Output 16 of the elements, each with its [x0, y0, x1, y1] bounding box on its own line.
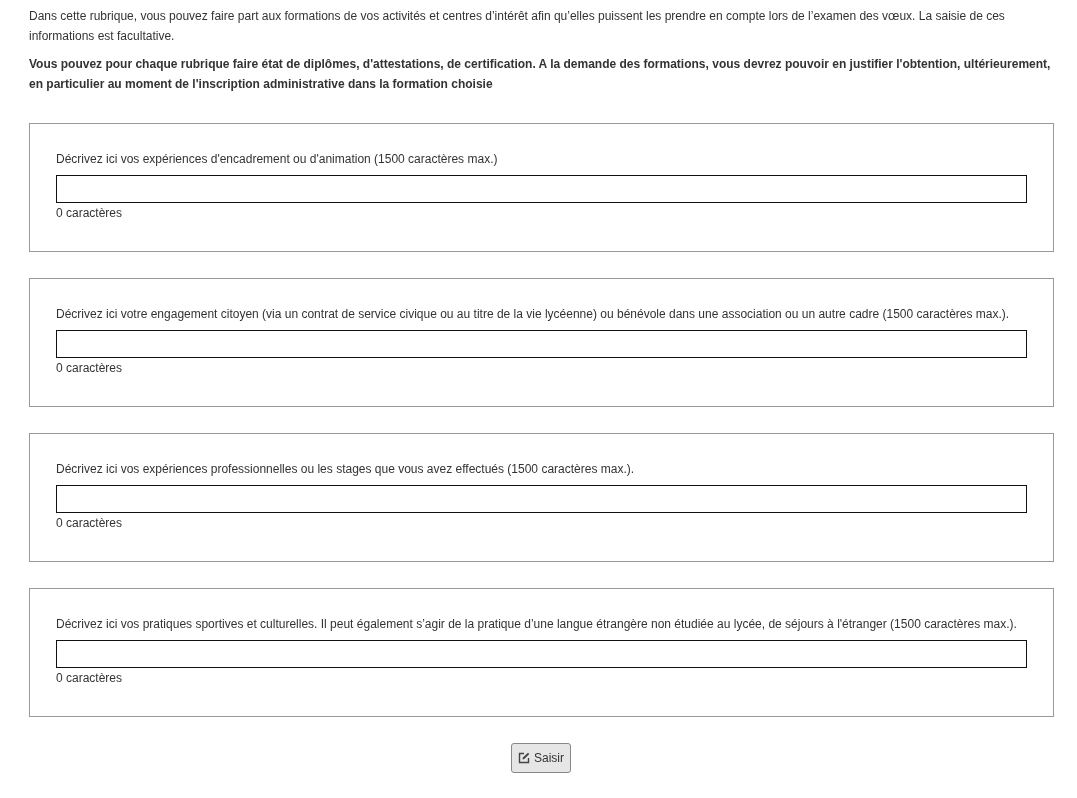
notice-text: Vous pouvez pour chaque rubrique faire état de diplômes, d'attestations, de certification. A la demande des formations, vous devrez pouvoir en justifier l'obtention, ultérieurement, en particulier au moment de l'inscription administrative dans la formation choisie: [29, 56, 1052, 93]
field-label: Décrivez ici vos expériences d'encadrement ou d'animation (1500 caractères max.): [56, 151, 499, 168]
character-counter: 0 caractères: [56, 205, 124, 222]
character-counter: 0 caractères: [56, 670, 124, 687]
field-label: Décrivez ici votre engagement citoyen (via un contrat de service civique ou au titre de la vie lycéenne) ou bénévole dans une association ou un autre cadre (1500 caractères max.).: [56, 306, 1011, 323]
input-field[interactable]: [56, 330, 1027, 358]
field-label: Décrivez ici vos expériences professionnelles ou les stages que vous avez effectués (1500 caractères max.).: [56, 461, 636, 478]
input-field[interactable]: [56, 485, 1027, 513]
input-field[interactable]: [56, 640, 1027, 668]
intro-text: Dans cette rubrique, vous pouvez faire part aux formations de vos activités et centres d’intérêt afin qu’elles puissent les prendre en compte lors de l’examen des vœux. La saisie de ces informations est facultative.: [29, 8, 1006, 45]
submit-button[interactable]: Saisir: [511, 743, 571, 773]
input-field[interactable]: [56, 175, 1027, 203]
edit-icon: [518, 752, 530, 764]
character-counter: 0 caractères: [56, 515, 124, 532]
field-label: Décrivez ici vos pratiques sportives et culturelles. Il peut également s’agir de la pratique d’une langue étrangère non étudiée au lycée, de séjours à l'étranger (1500 caractères max.).: [56, 616, 1018, 633]
character-counter: 0 caractères: [56, 360, 124, 377]
